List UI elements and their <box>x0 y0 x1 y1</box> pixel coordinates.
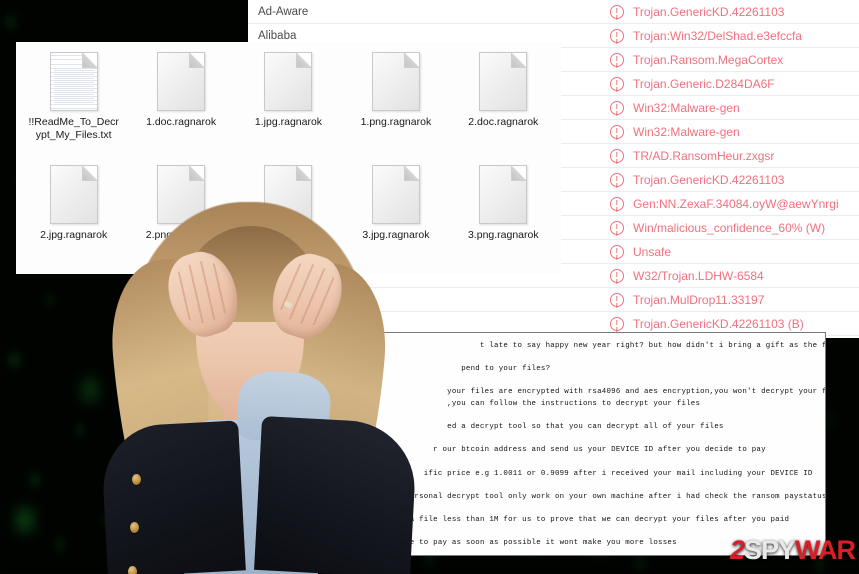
watermark-part-spy: SPY <box>743 535 796 565</box>
page-fold-corner-icon <box>403 53 419 68</box>
detection-result: Win32:Malware-gen <box>610 100 740 115</box>
detection-name: Win32:Malware-gen <box>633 124 740 139</box>
detection-result: Trojan.GenericKD.42261103 <box>610 172 785 187</box>
detection-result: Trojan.GenericKD.42261103 <box>610 4 785 19</box>
detection-result: Trojan.Generic.D284DA6F <box>610 76 775 91</box>
page-fold-corner-icon <box>189 166 205 181</box>
exclamation-circle-icon <box>610 172 624 187</box>
page-fold-corner-icon <box>511 166 527 181</box>
file-item[interactable]: 2.doc.ragnarok <box>450 48 557 161</box>
detection-name: Trojan.GenericKD.42261103 <box>633 172 785 187</box>
detection-name: Gen:NN.ZexaF.34084.oyW@aewYnrgi <box>633 196 839 211</box>
file-item[interactable]: 1.png.ragnarok <box>342 48 449 161</box>
notepad-file-icon[interactable] <box>49 52 98 111</box>
notepad-lines <box>53 67 94 106</box>
detection-vendor: Alibaba <box>258 29 297 42</box>
detection-row: Trojan.MulDrop11.33197 <box>248 288 859 312</box>
exclamation-circle-icon <box>610 316 624 331</box>
blank-file-icon[interactable] <box>264 165 313 224</box>
exclamation-circle-icon <box>610 196 624 211</box>
exclamation-circle-icon <box>610 244 624 259</box>
detection-name: Win32:Malware-gen <box>633 100 740 115</box>
exclamation-circle-icon <box>610 100 624 115</box>
file-item[interactable]: !!ReadMe_To_Decrypt_My_Files.txt <box>20 48 127 161</box>
page-fold-corner-icon <box>403 166 419 181</box>
detection-result: Win32:Malware-gen <box>610 124 740 139</box>
exclamation-circle-icon <box>610 292 624 307</box>
encrypted-files-grid: !!ReadMe_To_Decrypt_My_Files.txt 1.doc.ra… <box>16 42 561 274</box>
watermark-part-2: 2 <box>729 535 745 565</box>
detection-name: Trojan:Win32/DelShad.e3efccfa <box>633 28 802 43</box>
detection-name: Win/malicious_confidence_60% (W) <box>633 220 826 235</box>
screenshot-stage: Ad-Aware Trojan.GenericKD.42261103 Alibaba… <box>0 0 859 574</box>
detection-result: Trojan.GenericKD.42261103 (B) <box>610 316 804 331</box>
file-name-label: 1.doc.ragnarok <box>146 116 217 128</box>
detection-result: TR/AD.RansomHeur.zxgsr <box>610 148 775 163</box>
file-item[interactable]: 3.jpg.ragnarok <box>342 161 449 274</box>
file-name-label: 1.jpg.ragnarok <box>254 116 323 128</box>
blank-file-icon[interactable] <box>157 52 206 111</box>
file-item[interactable]: 1.doc.ragnarok <box>127 48 234 161</box>
blank-file-icon[interactable] <box>371 52 420 111</box>
watermark-2spyware: 2SPYWAR <box>729 535 856 565</box>
detection-name: W32/Trojan.LDHW-6584 <box>633 268 764 283</box>
exclamation-circle-icon <box>610 76 624 91</box>
ransom-note-window: t late to say happy new year right? but … <box>305 332 826 556</box>
detection-result: Win/malicious_confidence_60% (W) <box>610 220 826 235</box>
detection-name: Trojan.GenericKD.42261103 (B) <box>633 316 804 331</box>
detection-name: Unsafe <box>633 244 672 259</box>
ransom-note-text: t late to say happy new year right? but … <box>376 342 826 548</box>
file-name-label: 3.png.ragnarok <box>467 229 539 241</box>
page-fold-corner-icon <box>296 53 312 68</box>
detection-result: Trojan:Win32/DelShad.e3efccfa <box>610 28 802 43</box>
file-item[interactable]: 3.png.ragnarok <box>450 161 557 274</box>
watermark-part-war: WAR <box>795 535 856 565</box>
exclamation-circle-icon <box>610 268 624 283</box>
detection-row: Ad-Aware Trojan.GenericKD.42261103 <box>248 0 859 24</box>
file-name-label: !!ReadMe_To_Decrypt_My_Files.txt <box>28 116 119 141</box>
file-item[interactable]: 2.png.ragnarok <box>127 161 234 274</box>
exclamation-circle-icon <box>610 4 624 19</box>
page-fold-corner-icon <box>81 166 97 181</box>
detection-result: W32/Trojan.LDHW-6584 <box>610 268 764 283</box>
file-name-label: 2.jpg.ragnarok <box>40 229 108 241</box>
exclamation-circle-icon <box>610 220 624 235</box>
file-explorer-window: !!ReadMe_To_Decrypt_My_Files.txt 1.doc.ra… <box>16 42 561 274</box>
blank-file-icon[interactable] <box>264 52 313 111</box>
detection-name: TR/AD.RansomHeur.zxgsr <box>633 148 775 163</box>
file-item[interactable]: 3.doc.ragnarok <box>235 161 342 274</box>
file-item[interactable]: 2.jpg.ragnarok <box>20 161 127 274</box>
exclamation-circle-icon <box>610 52 624 67</box>
file-name-label: 2.png.ragnarok <box>145 229 217 241</box>
blank-file-icon[interactable] <box>371 165 420 224</box>
detection-result: Trojan.Ransom.MegaCortex <box>610 52 784 67</box>
exclamation-circle-icon <box>610 28 624 43</box>
file-name-label: 3.doc.ragnarok <box>253 229 324 241</box>
blank-file-icon[interactable] <box>157 165 206 224</box>
detection-name: Trojan.MulDrop11.33197 <box>633 292 765 307</box>
detection-name: Trojan.Ransom.MegaCortex <box>633 52 784 67</box>
page-fold-corner-icon <box>296 166 312 181</box>
detection-name: Trojan.GenericKD.42261103 <box>633 4 785 19</box>
detection-vendor: Ad-Aware <box>258 5 309 18</box>
detection-result: Gen:NN.ZexaF.34084.oyW@aewYnrgi <box>610 196 839 211</box>
exclamation-circle-icon <box>610 148 624 163</box>
page-fold-corner-icon <box>511 53 527 68</box>
blank-file-icon[interactable] <box>479 165 528 224</box>
file-name-label: 1.png.ragnarok <box>360 116 432 128</box>
file-name-label: 3.jpg.ragnarok <box>362 229 430 241</box>
file-name-label: 2.doc.ragnarok <box>468 116 539 128</box>
page-fold-corner-icon <box>189 53 205 68</box>
blank-file-icon[interactable] <box>49 165 98 224</box>
page-fold-corner-icon <box>81 53 97 68</box>
detection-name: Trojan.Generic.D284DA6F <box>633 76 775 91</box>
file-item[interactable]: 1.jpg.ragnarok <box>235 48 342 161</box>
blank-file-icon[interactable] <box>479 52 528 111</box>
detection-result: Trojan.MulDrop11.33197 <box>610 292 765 307</box>
detection-result: Unsafe <box>610 244 672 259</box>
exclamation-circle-icon <box>610 124 624 139</box>
